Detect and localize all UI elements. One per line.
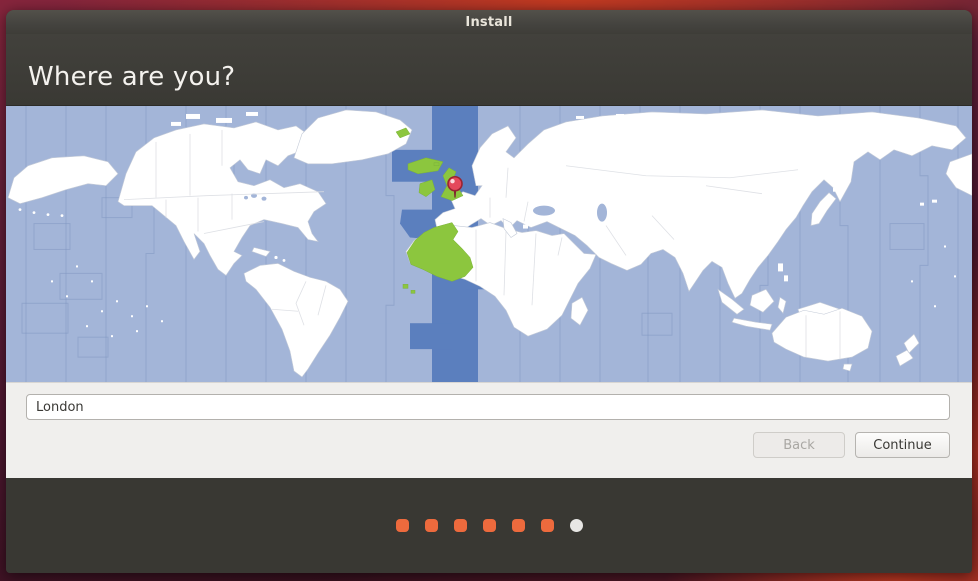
window-title: Install	[465, 15, 512, 30]
timezone-city-input[interactable]	[26, 394, 950, 420]
timezone-map[interactable]	[6, 105, 972, 382]
continue-button[interactable]: Continue	[855, 432, 950, 458]
titlebar[interactable]: Install	[6, 10, 972, 34]
button-row: Back Continue	[753, 432, 950, 458]
progress-dot	[512, 519, 525, 532]
progress-dot	[454, 519, 467, 532]
progress-dot	[396, 519, 409, 532]
back-button[interactable]: Back	[753, 432, 845, 458]
progress-dot	[570, 519, 583, 532]
progress-dots	[6, 478, 972, 573]
world-map-svg[interactable]	[6, 106, 972, 382]
progress-dot	[425, 519, 438, 532]
form-panel: Back Continue	[6, 382, 972, 478]
progress-dot	[483, 519, 496, 532]
progress-dot	[541, 519, 554, 532]
page-header: Where are you?	[6, 34, 972, 105]
page-title: Where are you?	[28, 62, 235, 92]
install-window: Install Where are you?	[6, 10, 972, 573]
